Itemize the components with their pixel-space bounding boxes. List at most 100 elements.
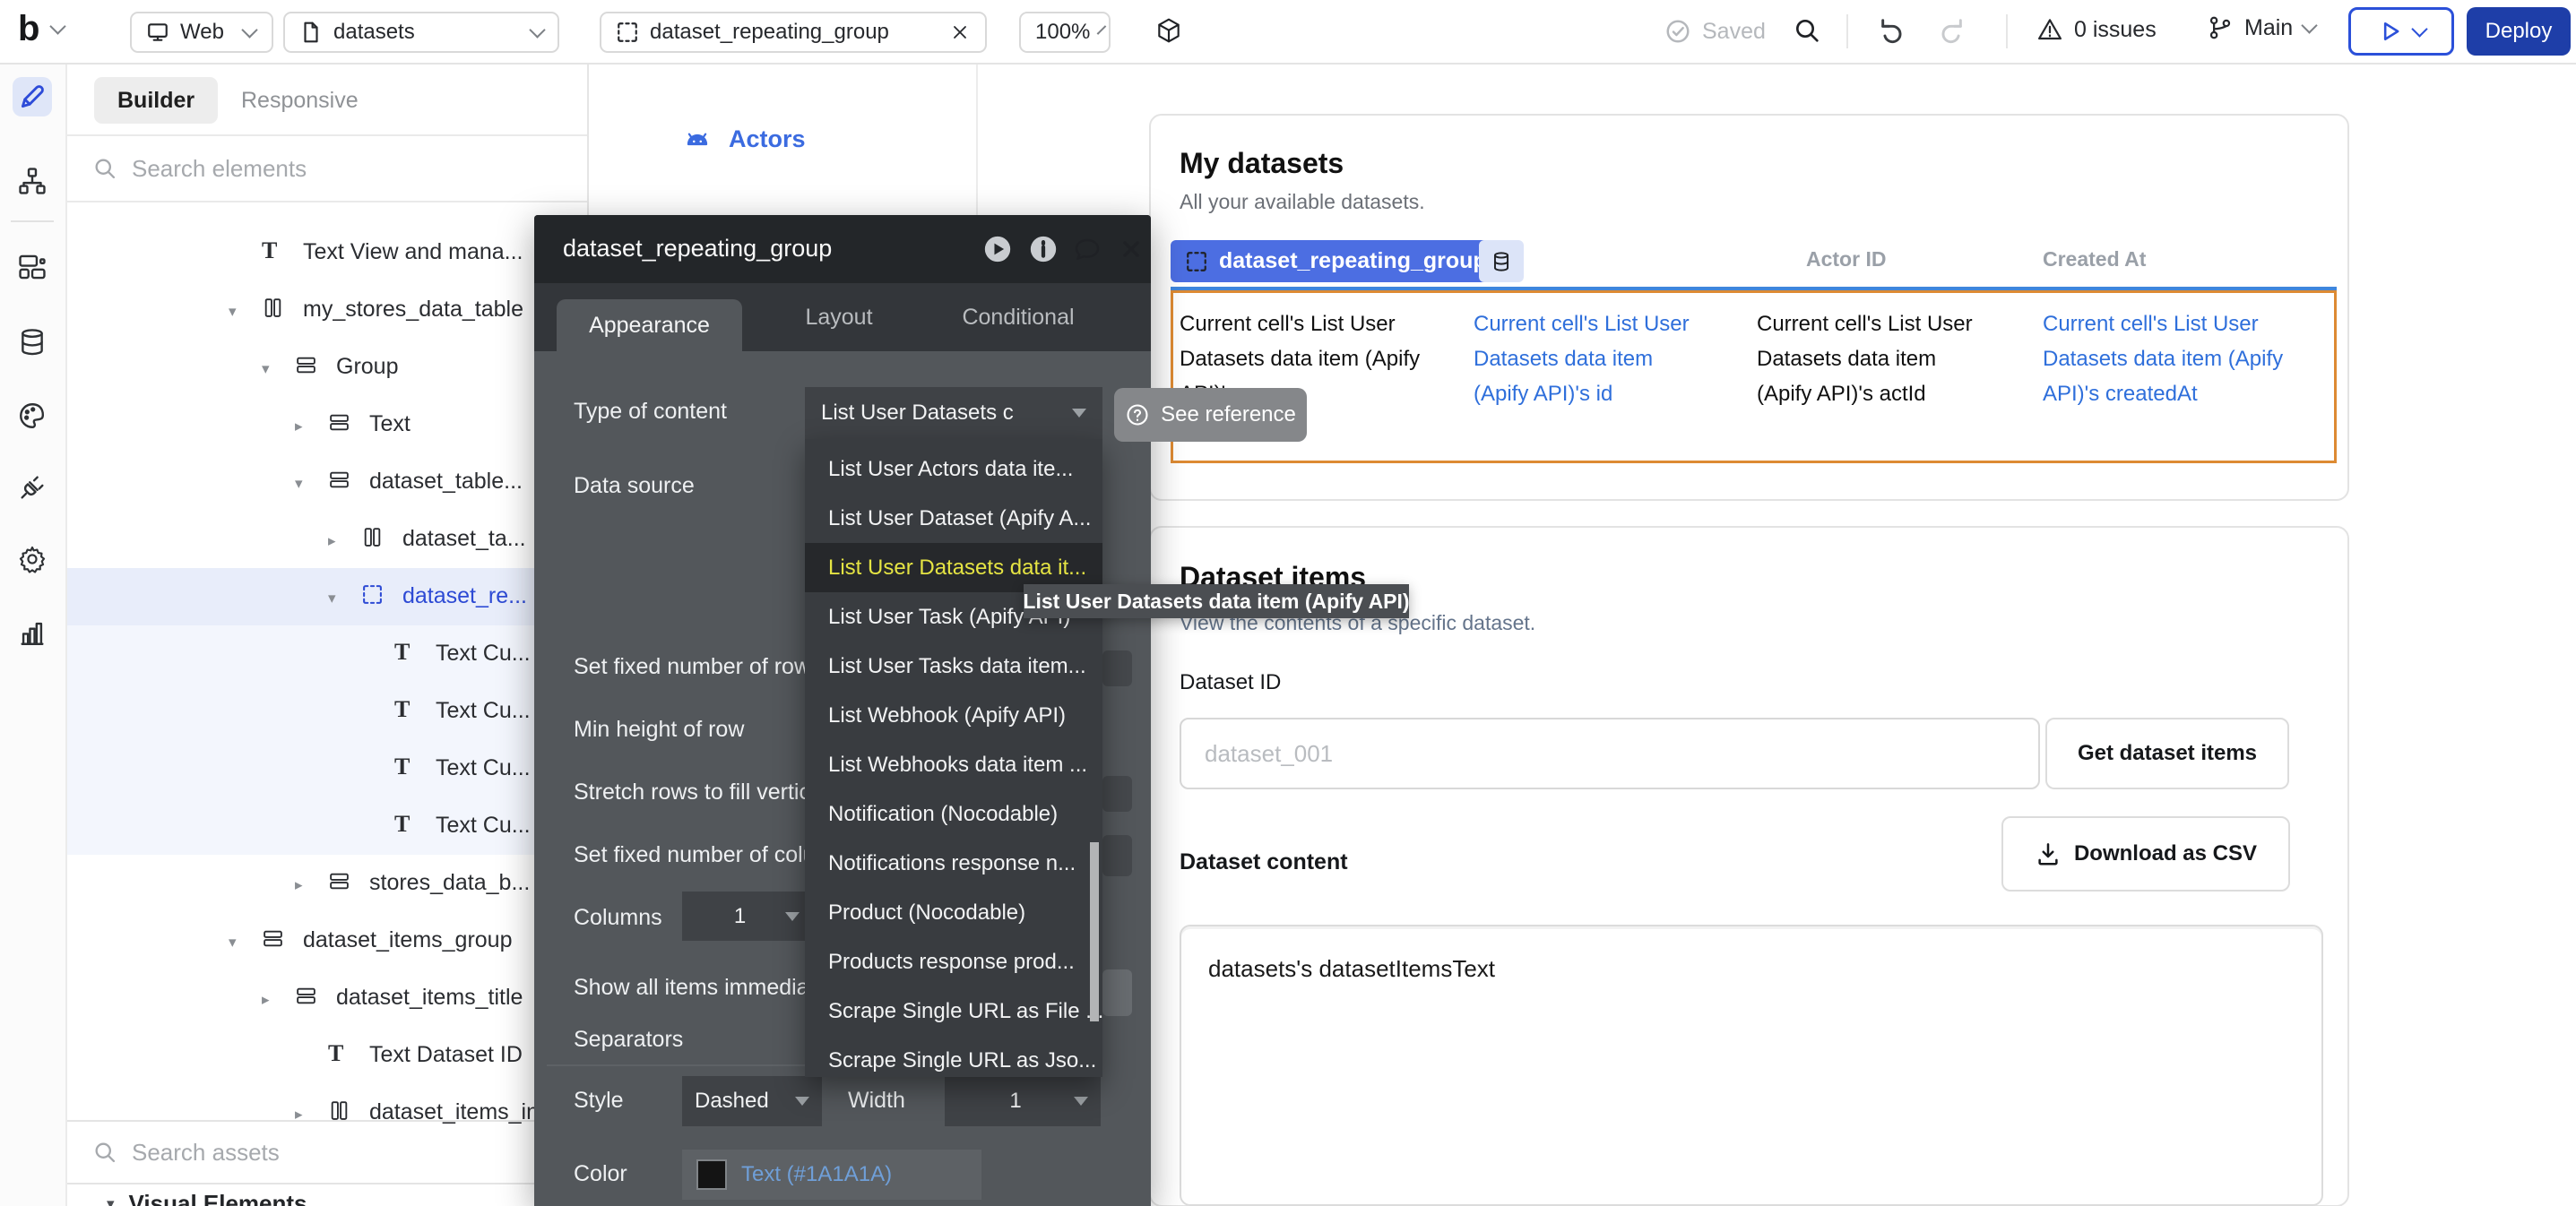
tree-item-dataset-items-group[interactable]: ▾dataset_items_group	[65, 912, 587, 969]
menu-option-2[interactable]: List User Dataset (Apify A...	[805, 494, 1102, 543]
dataset-content-box[interactable]: datasets's datasetItemsText	[1180, 925, 2323, 1206]
undo-icon[interactable]	[1877, 16, 1906, 45]
property-editor-title: dataset_repeating_group	[563, 235, 832, 263]
tree-item-stores-data-b[interactable]: ▸stores_data_b...	[65, 855, 587, 912]
download-csv-button[interactable]: Download as CSV	[2001, 816, 2290, 892]
close-icon[interactable]	[949, 22, 971, 43]
element-tab[interactable]: dataset_repeating_group	[600, 12, 987, 53]
chevron-right-icon[interactable]: ▸	[295, 418, 303, 435]
tree-item-text-cu[interactable]: TText Cu...	[65, 797, 587, 855]
package-icon[interactable]	[1154, 16, 1183, 45]
redo-icon[interactable]	[1938, 16, 1967, 45]
pencil-icon[interactable]	[13, 77, 52, 116]
menu-option-13[interactable]: Scrape Single URL as Jso...	[805, 1036, 1102, 1077]
sitemap-icon[interactable]	[13, 161, 52, 201]
separator-width-stepper[interactable]: 1	[945, 1076, 1101, 1126]
app-menu[interactable]: b	[18, 9, 64, 49]
tree-item-text-cu[interactable]: TText Cu...	[65, 740, 587, 797]
components-icon[interactable]	[13, 247, 52, 287]
tree-item-my-stores-data-table[interactable]: ▾my_stores_data_table	[65, 281, 587, 339]
menu-option-9[interactable]: Notifications response n...	[805, 839, 1102, 888]
info-icon[interactable]	[1028, 234, 1059, 264]
search-icon[interactable]	[1793, 16, 1821, 45]
tab-layout[interactable]: Layout	[785, 283, 893, 351]
get-dataset-items-label: Get dataset items	[2078, 741, 2257, 766]
chevron-right-icon[interactable]: ▸	[328, 532, 336, 550]
tree-item-text-cu[interactable]: TText Cu...	[65, 625, 587, 683]
menu-option-5[interactable]: List User Tasks data item...	[805, 642, 1102, 691]
separator-color-field[interactable]: Text (#1A1A1A)	[682, 1150, 981, 1200]
tree-item-text[interactable]: ▸Text	[65, 396, 587, 453]
chevron-down-icon[interactable]: ▾	[295, 475, 303, 493]
separator-style-select[interactable]: Dashed	[682, 1076, 822, 1126]
tree-item-dataset-re[interactable]: ▾dataset_re...	[65, 568, 587, 625]
visual-elements-section[interactable]: ▾ Visual Elements	[107, 1190, 307, 1206]
selected-element-chip[interactable]: dataset_repeating_group	[1171, 240, 1501, 282]
tree-item-text-cu[interactable]: TText Cu...	[65, 683, 587, 740]
property-editor-titlebar[interactable]: dataset_repeating_group	[534, 215, 1151, 283]
get-dataset-items-button[interactable]: Get dataset items	[2045, 718, 2289, 789]
tab-conditional[interactable]: Conditional	[942, 283, 1094, 351]
tree-item-dataset-items-title[interactable]: ▸dataset_items_title	[65, 969, 587, 1027]
repeating-group-icon	[616, 21, 639, 44]
tree-item-dataset-ta[interactable]: ▸ dataset_ta...	[65, 511, 587, 568]
checkbox-fragment[interactable]	[1102, 776, 1132, 812]
plug-icon[interactable]	[13, 468, 52, 507]
search-assets-input[interactable]: Search assets	[92, 1122, 576, 1183]
columns-stepper[interactable]: 1	[682, 892, 812, 941]
builder-tab[interactable]: Builder	[94, 77, 218, 124]
database-icon[interactable]	[13, 323, 52, 362]
type-of-content-select[interactable]: List User Datasets c	[805, 387, 1102, 439]
page-select[interactable]: datasets	[283, 12, 559, 53]
see-reference-button[interactable]: See reference	[1114, 388, 1307, 442]
tree-item-text-view-and-mana[interactable]: TText View and mana...	[65, 224, 587, 281]
selection-highlight-line	[1171, 287, 2337, 290]
preview-button[interactable]	[2348, 7, 2454, 56]
repeating-group-outline[interactable]	[1171, 290, 2337, 463]
chevron-down-icon[interactable]: ▾	[328, 590, 336, 607]
responsive-tab[interactable]: Responsive	[241, 77, 359, 124]
platform-select[interactable]: Web	[130, 12, 273, 53]
zoom-select[interactable]: 100%	[1019, 12, 1111, 53]
tree-item-dataset-table[interactable]: ▾dataset_table...	[65, 453, 587, 511]
tree-item-label: dataset_ta...	[402, 526, 526, 552]
menu-option-10[interactable]: Product (Nocodable)	[805, 888, 1102, 937]
branch-select[interactable]: Main	[2207, 14, 2315, 41]
style-label: Style	[574, 1088, 624, 1114]
menu-option-6[interactable]: List Webhook (Apify API)	[805, 691, 1102, 740]
issues-button[interactable]: 0 issues	[2036, 16, 2157, 43]
menu-option-7[interactable]: List Webhooks data item ...	[805, 740, 1102, 789]
tree-item-text-datasets[interactable]: TText Datasets	[65, 202, 587, 224]
chevron-down-icon[interactable]: ▾	[229, 303, 237, 321]
dataset-id-input[interactable]: dataset_001	[1180, 718, 2040, 789]
menu-option-8[interactable]: Notification (Nocodable)	[805, 789, 1102, 839]
chevron-right-icon[interactable]: ▸	[262, 991, 270, 1009]
palette-icon[interactable]	[13, 396, 52, 435]
nav-actors[interactable]: Actors	[684, 125, 806, 153]
search-elements-input[interactable]: Search elements	[92, 136, 576, 201]
close-icon[interactable]	[1119, 237, 1144, 262]
tree-item-text-dataset-id[interactable]: TText Dataset ID	[65, 1027, 587, 1084]
datasource-chip[interactable]	[1479, 240, 1524, 282]
color-swatch[interactable]	[696, 1159, 727, 1190]
deploy-button[interactable]: Deploy	[2467, 7, 2571, 56]
chevron-down-icon[interactable]: ▾	[229, 934, 237, 952]
menu-option-12[interactable]: Scrape Single URL as File ...	[805, 986, 1102, 1036]
chart-icon[interactable]	[13, 613, 52, 652]
menu-option-1[interactable]: List User Actors data ite...	[805, 444, 1102, 494]
chevron-down-icon[interactable]: ▾	[262, 360, 270, 378]
preview-icon[interactable]	[982, 234, 1013, 264]
menu-option-11[interactable]: Products response prod...	[805, 937, 1102, 986]
checkbox-fragment[interactable]	[1102, 650, 1132, 686]
checkbox-fragment[interactable]	[1102, 969, 1132, 1016]
chevron-right-icon[interactable]: ▸	[295, 876, 303, 894]
gear-icon[interactable]	[13, 539, 52, 579]
comment-icon[interactable]	[1073, 235, 1102, 263]
elements-panel: Builder Responsive Search elements TText…	[65, 63, 589, 1206]
type-of-content-label: Type of content	[574, 399, 727, 425]
tree-item-group[interactable]: ▾Group	[65, 339, 587, 396]
menu-scrollbar[interactable]	[1090, 842, 1099, 1021]
tab-appearance[interactable]: Appearance	[557, 299, 742, 351]
checkbox-fragment[interactable]	[1102, 835, 1132, 876]
group-columns-icon	[262, 297, 284, 319]
